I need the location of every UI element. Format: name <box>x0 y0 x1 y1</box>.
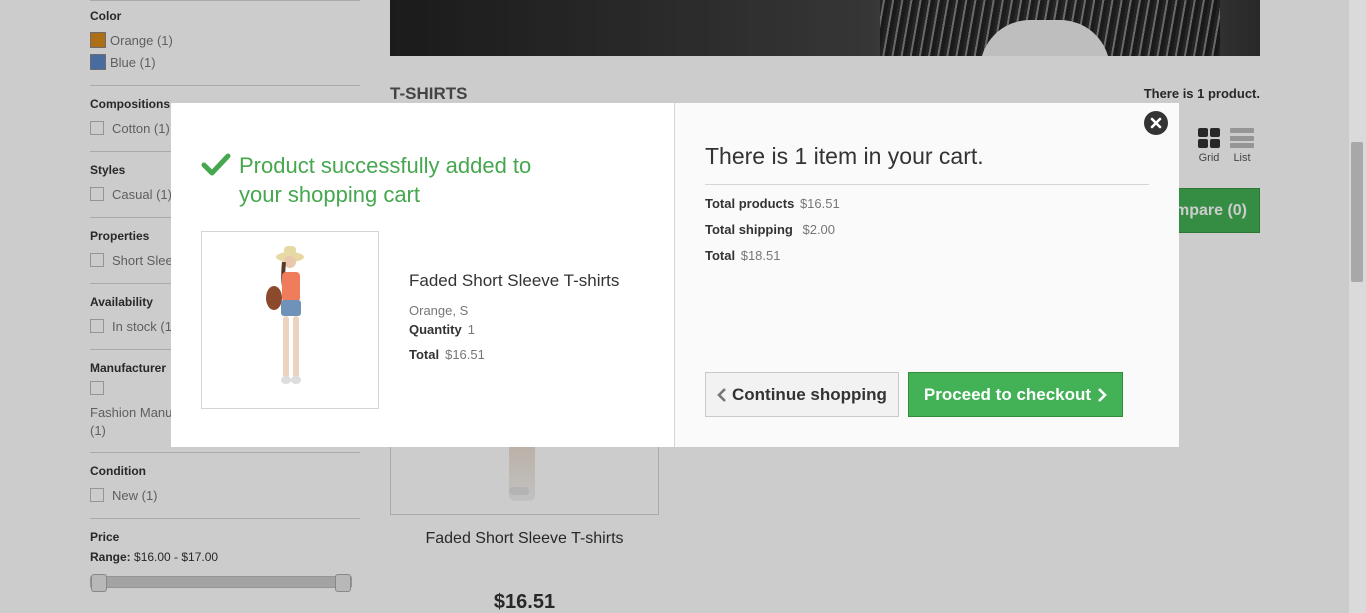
modal-product: Faded Short Sleeve T-shirts Orange, S Qu… <box>201 231 644 409</box>
continue-shopping-button[interactable]: Continue shopping <box>705 372 899 417</box>
cart-heading: There is 1 item in your cart. <box>705 143 1149 185</box>
total-value: $16.51 <box>445 347 485 362</box>
modal-product-name: Faded Short Sleeve T-shirts <box>409 271 620 290</box>
close-button[interactable] <box>1144 111 1168 135</box>
modal-product-info: Faded Short Sleeve T-shirts Orange, S Qu… <box>409 271 619 409</box>
cart-total-value: $18.51 <box>740 248 781 263</box>
quantity-label: Quantity <box>409 322 462 337</box>
modal-product-total: Total $16.51 <box>409 347 619 362</box>
close-icon[interactable] <box>1150 117 1162 129</box>
cart-total-label: Total <box>705 248 736 263</box>
cart-total: Total $18.51 <box>705 248 1149 263</box>
cart-total-products-value: $16.51 <box>799 196 840 211</box>
modal-product-panel: Product successfully added to your shopp… <box>171 103 675 447</box>
cart-total-shipping-value: $2.00 <box>802 222 836 237</box>
cart-total-shipping: Total shipping $2.00 <box>705 222 1149 237</box>
modal-cart-panel: There is 1 item in your cart. Total prod… <box>675 103 1179 447</box>
success-message: Product successfully added to your shopp… <box>201 151 561 209</box>
total-label: Total <box>409 347 440 362</box>
cart-total-shipping-label: Total shipping <box>705 222 793 237</box>
modal-product-image <box>201 231 379 409</box>
modal-product-quantity: Quantity 1 <box>409 322 619 337</box>
add-to-cart-modal: Product successfully added to your shopp… <box>171 103 1179 447</box>
quantity-value: 1 <box>467 322 475 337</box>
cart-total-products: Total products $16.51 <box>705 196 1149 211</box>
continue-shopping-label[interactable]: Continue shopping <box>732 385 887 405</box>
success-text: Product successfully added to your shopp… <box>239 153 532 207</box>
proceed-to-checkout-button[interactable]: Proceed to checkout <box>907 372 1124 417</box>
scrollbar-thumb[interactable] <box>1351 142 1363 282</box>
modal-actions: Continue shopping Proceed to checkout <box>705 372 1124 417</box>
proceed-to-checkout-label[interactable]: Proceed to checkout <box>924 385 1091 405</box>
product-photo <box>266 246 304 384</box>
page-scrollbar[interactable] <box>1349 0 1366 613</box>
chevron-left-icon[interactable] <box>717 387 727 402</box>
check-icon <box>201 153 231 176</box>
chevron-right-icon[interactable] <box>1097 387 1107 402</box>
cart-total-products-label: Total products <box>705 196 795 211</box>
modal-product-attributes: Orange, S <box>409 303 469 318</box>
